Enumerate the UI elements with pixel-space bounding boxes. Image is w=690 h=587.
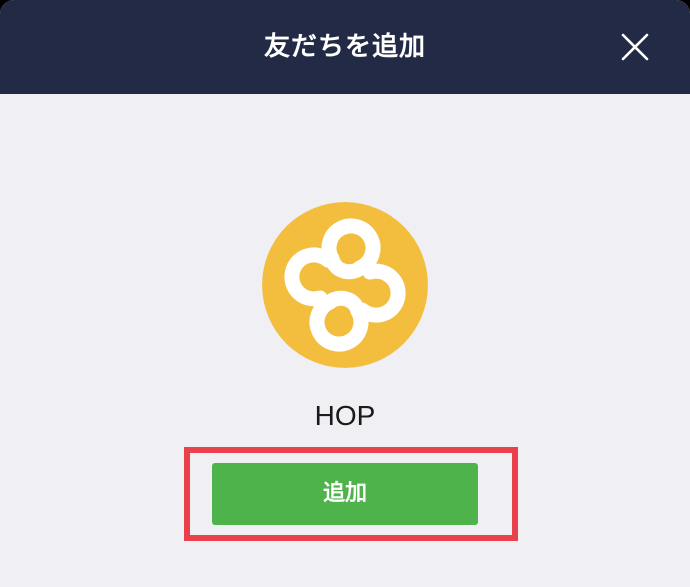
dialog-header: 友だちを追加 [0,0,690,94]
close-button[interactable] [612,24,658,70]
close-icon [621,33,649,61]
hop-logo-icon [262,202,428,368]
avatar [262,202,428,368]
dialog-title: 友だちを追加 [263,32,426,62]
add-button[interactable]: 追加 [212,463,478,525]
add-friend-dialog: 友だちを追加 HOP 追加 [0,0,690,587]
account-name: HOP [314,400,376,431]
